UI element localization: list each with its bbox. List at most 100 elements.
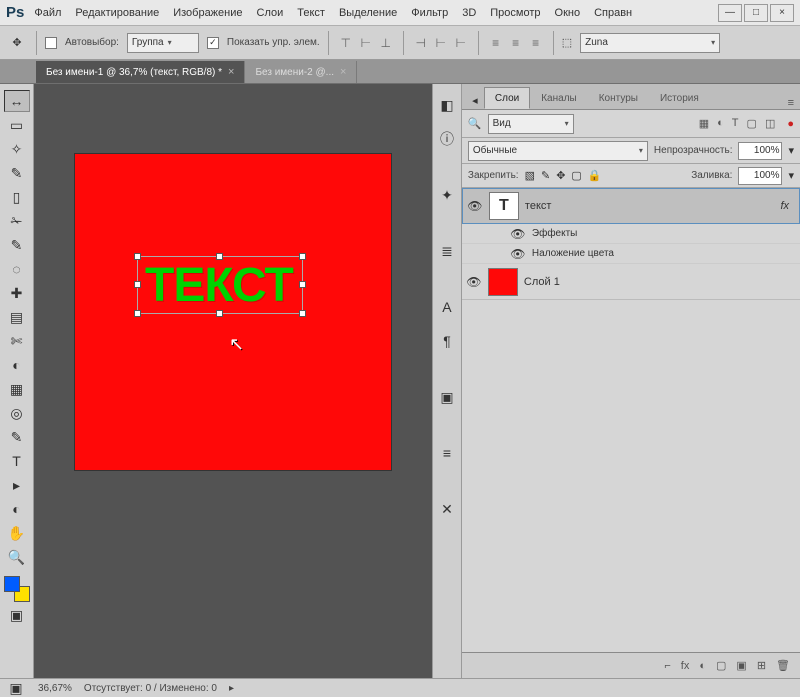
filter-kind-select[interactable]: Вид▾: [488, 114, 574, 134]
info-panel-icon[interactable]: ⓘ: [436, 128, 458, 150]
transform-bounds[interactable]: [137, 256, 303, 314]
opacity-input[interactable]: 100%: [738, 142, 782, 160]
wand-tool[interactable]: ✎: [4, 162, 30, 184]
transform-handle[interactable]: [134, 281, 141, 288]
layer-name[interactable]: текст: [525, 200, 552, 212]
document-info[interactable]: Отсутствует: 0 / Изменено: 0: [84, 683, 217, 694]
color-swatches[interactable]: [4, 576, 30, 602]
character-panel-icon[interactable]: A: [436, 296, 458, 318]
search-icon[interactable]: 🔍: [468, 117, 482, 130]
layer-effect-color-overlay[interactable]: 👁 Наложение цвета: [462, 244, 800, 264]
gradient-tool[interactable]: ◐: [4, 354, 30, 376]
fill-input[interactable]: 100%: [738, 167, 782, 185]
zoom-tool[interactable]: 🔍: [4, 546, 30, 568]
transform-handle[interactable]: [134, 253, 141, 260]
align-right-icon[interactable]: ⊢: [452, 33, 470, 53]
transform-handle[interactable]: [299, 253, 306, 260]
layer-fx-icon[interactable]: fx: [681, 660, 690, 672]
transform-handle[interactable]: [299, 281, 306, 288]
align-vcenter-icon[interactable]: ⊢: [357, 33, 375, 53]
styles-panel-icon[interactable]: ▣: [436, 386, 458, 408]
layer-row-text[interactable]: 👁 T текст fx: [462, 188, 800, 224]
trash-icon[interactable]: 🗑: [776, 659, 790, 672]
blend-mode-select[interactable]: Обычные▾: [468, 141, 648, 161]
canvas-area[interactable]: ТЕКСТ ↖: [34, 84, 432, 678]
layer-mask-icon[interactable]: ◐: [699, 660, 706, 672]
actions-panel-icon[interactable]: ≡: [436, 442, 458, 464]
panel-collapse-icon[interactable]: ◂: [466, 91, 484, 109]
path-tool[interactable]: ▸: [4, 474, 30, 496]
crop-tool[interactable]: ▯: [4, 186, 30, 208]
close-button[interactable]: ×: [770, 4, 794, 22]
menu-image[interactable]: Изображение: [173, 7, 242, 19]
autoselect-mode-select[interactable]: Группа▾: [127, 33, 199, 53]
filter-type-icon[interactable]: T: [732, 117, 739, 130]
menu-window[interactable]: Окно: [555, 7, 581, 19]
filter-adjust-icon[interactable]: ◐: [717, 117, 724, 130]
tab-channels[interactable]: Каналы: [530, 87, 588, 109]
transform-handle[interactable]: [299, 310, 306, 317]
align-left-icon[interactable]: ⊣: [412, 33, 430, 53]
transform-handle[interactable]: [216, 253, 223, 260]
tab-history[interactable]: История: [649, 87, 710, 109]
transform-handle[interactable]: [134, 310, 141, 317]
pen-tool[interactable]: ✎: [4, 426, 30, 448]
dodge-tool[interactable]: ◎: [4, 402, 30, 424]
menu-view[interactable]: Просмотр: [490, 7, 540, 19]
filter-pixel-icon[interactable]: ▦: [699, 117, 709, 130]
filter-shape-icon[interactable]: ▢: [747, 117, 757, 130]
autoselect-checkbox[interactable]: [45, 37, 57, 49]
visibility-toggle[interactable]: 👁: [510, 227, 526, 241]
layer-effects-header[interactable]: 👁 Эффекты: [462, 224, 800, 244]
blur-tool[interactable]: ▦: [4, 378, 30, 400]
show-controls-checkbox[interactable]: ✓: [207, 37, 219, 49]
link-layers-icon[interactable]: ⌐: [664, 660, 670, 672]
align-bottom-icon[interactable]: ⊥: [377, 33, 395, 53]
align-hcenter-icon[interactable]: ⊢: [432, 33, 450, 53]
lock-brush-icon[interactable]: ✎: [541, 169, 550, 182]
menu-filter[interactable]: Фильтр: [411, 7, 448, 19]
layer-row-bg[interactable]: 👁 Слой 1: [462, 264, 800, 300]
fx-badge[interactable]: fx: [780, 200, 795, 212]
type-tool[interactable]: T: [4, 450, 30, 472]
lock-artboard-icon[interactable]: ▢: [571, 169, 581, 182]
layer-thumb-type-icon[interactable]: T: [489, 192, 519, 220]
lasso-tool[interactable]: ✧: [4, 138, 30, 160]
close-tab-icon[interactable]: ×: [340, 66, 346, 78]
3d-preset-select[interactable]: Zuna▾: [580, 33, 720, 53]
tab-paths[interactable]: Контуры: [588, 87, 649, 109]
fill-dropdown-icon[interactable]: ▾: [788, 169, 794, 182]
align-top-icon[interactable]: ⊤: [337, 33, 355, 53]
lock-position-icon[interactable]: ✥: [556, 169, 565, 182]
canvas[interactable]: ТЕКСТ ↖: [75, 154, 391, 470]
visibility-toggle[interactable]: 👁: [466, 275, 482, 289]
lock-pixels-icon[interactable]: ▧: [525, 169, 535, 182]
layer-thumb[interactable]: [488, 268, 518, 296]
new-layer-icon[interactable]: ⊞: [757, 659, 766, 672]
brush-panel-icon[interactable]: ✦: [436, 184, 458, 206]
menu-3d[interactable]: 3D: [462, 7, 476, 19]
foreground-swatch[interactable]: [4, 576, 20, 592]
brush-tool[interactable]: ◌: [4, 258, 30, 280]
menu-edit[interactable]: Редактирование: [75, 7, 159, 19]
move-tool[interactable]: ↔: [4, 90, 30, 112]
maximize-button[interactable]: □: [744, 4, 768, 22]
move-tool-icon[interactable]: ✥: [6, 32, 28, 54]
color-panel-icon[interactable]: ◧: [436, 94, 458, 116]
visibility-toggle[interactable]: 👁: [467, 199, 483, 213]
lock-all-icon[interactable]: 🔒: [588, 169, 602, 182]
panel-menu-icon[interactable]: ≡: [782, 97, 800, 109]
tab-layers[interactable]: Слои: [484, 87, 530, 109]
document-tab-1[interactable]: Без имени-1 @ 36,7% (текст, RGB/8) * ×: [36, 61, 245, 83]
menu-select[interactable]: Выделение: [339, 7, 397, 19]
document-tab-2[interactable]: Без имени-2 @... ×: [245, 61, 357, 83]
opacity-dropdown-icon[interactable]: ▾: [788, 144, 794, 157]
zoom-level[interactable]: 36,67%: [38, 683, 72, 694]
shape-tool[interactable]: ◐: [4, 498, 30, 520]
history-brush-tool[interactable]: ▤: [4, 306, 30, 328]
close-tab-icon[interactable]: ×: [228, 66, 234, 78]
minimize-button[interactable]: —: [718, 4, 742, 22]
info-dropdown-icon[interactable]: ▸: [229, 683, 234, 694]
healing-tool[interactable]: ✎: [4, 234, 30, 256]
screen-mode-icon[interactable]: ▣: [6, 680, 26, 696]
